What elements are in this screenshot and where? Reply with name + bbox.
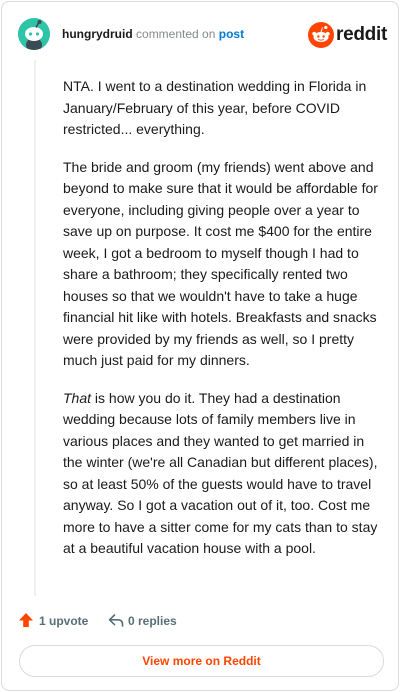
snoo-avatar-icon [18, 18, 50, 50]
post-link[interactable]: post [219, 27, 244, 41]
comment-paragraph-1: NTA. I went to a destination wedding in … [63, 78, 367, 137]
comment-paragraph-3: That is how you do it. They had a destin… [63, 388, 385, 560]
reddit-logo-icon [308, 22, 334, 48]
reddit-wordmark: reddit [336, 24, 387, 45]
byline-verb: commented on [136, 27, 216, 41]
reply-count: 0 replies [128, 614, 177, 628]
embedded-comment-card: hungrydruid commented on post reddit NTA… [1, 1, 399, 691]
upvote-count: 1 upvote [39, 614, 89, 628]
user-avatar[interactable] [18, 18, 50, 50]
thread-line [34, 60, 36, 596]
upvote-arrow-icon [19, 613, 33, 627]
reddit-brand-link[interactable]: reddit [308, 22, 387, 48]
view-more-button[interactable]: View more on Reddit [19, 645, 384, 677]
reply-arrow-icon [108, 614, 124, 627]
comment-actions: 1 upvote 0 replies [18, 610, 378, 632]
paragraph-3-rest: is how you do it. They had a destination… [63, 389, 378, 557]
comment-paragraph-2: The bride and groom (my friends) went ab… [63, 158, 378, 369]
comment-body: NTA. I went to a destination wedding in … [63, 76, 385, 576]
username-link[interactable]: hungrydruid [62, 27, 133, 41]
emphasis-text: That [63, 389, 92, 406]
replies-button[interactable]: 0 replies [108, 610, 208, 632]
comment-header: hungrydruid commented on post reddit [18, 18, 387, 52]
upvote-button[interactable]: 1 upvote [18, 610, 96, 632]
comment-byline: hungrydruid commented on post [62, 27, 244, 41]
